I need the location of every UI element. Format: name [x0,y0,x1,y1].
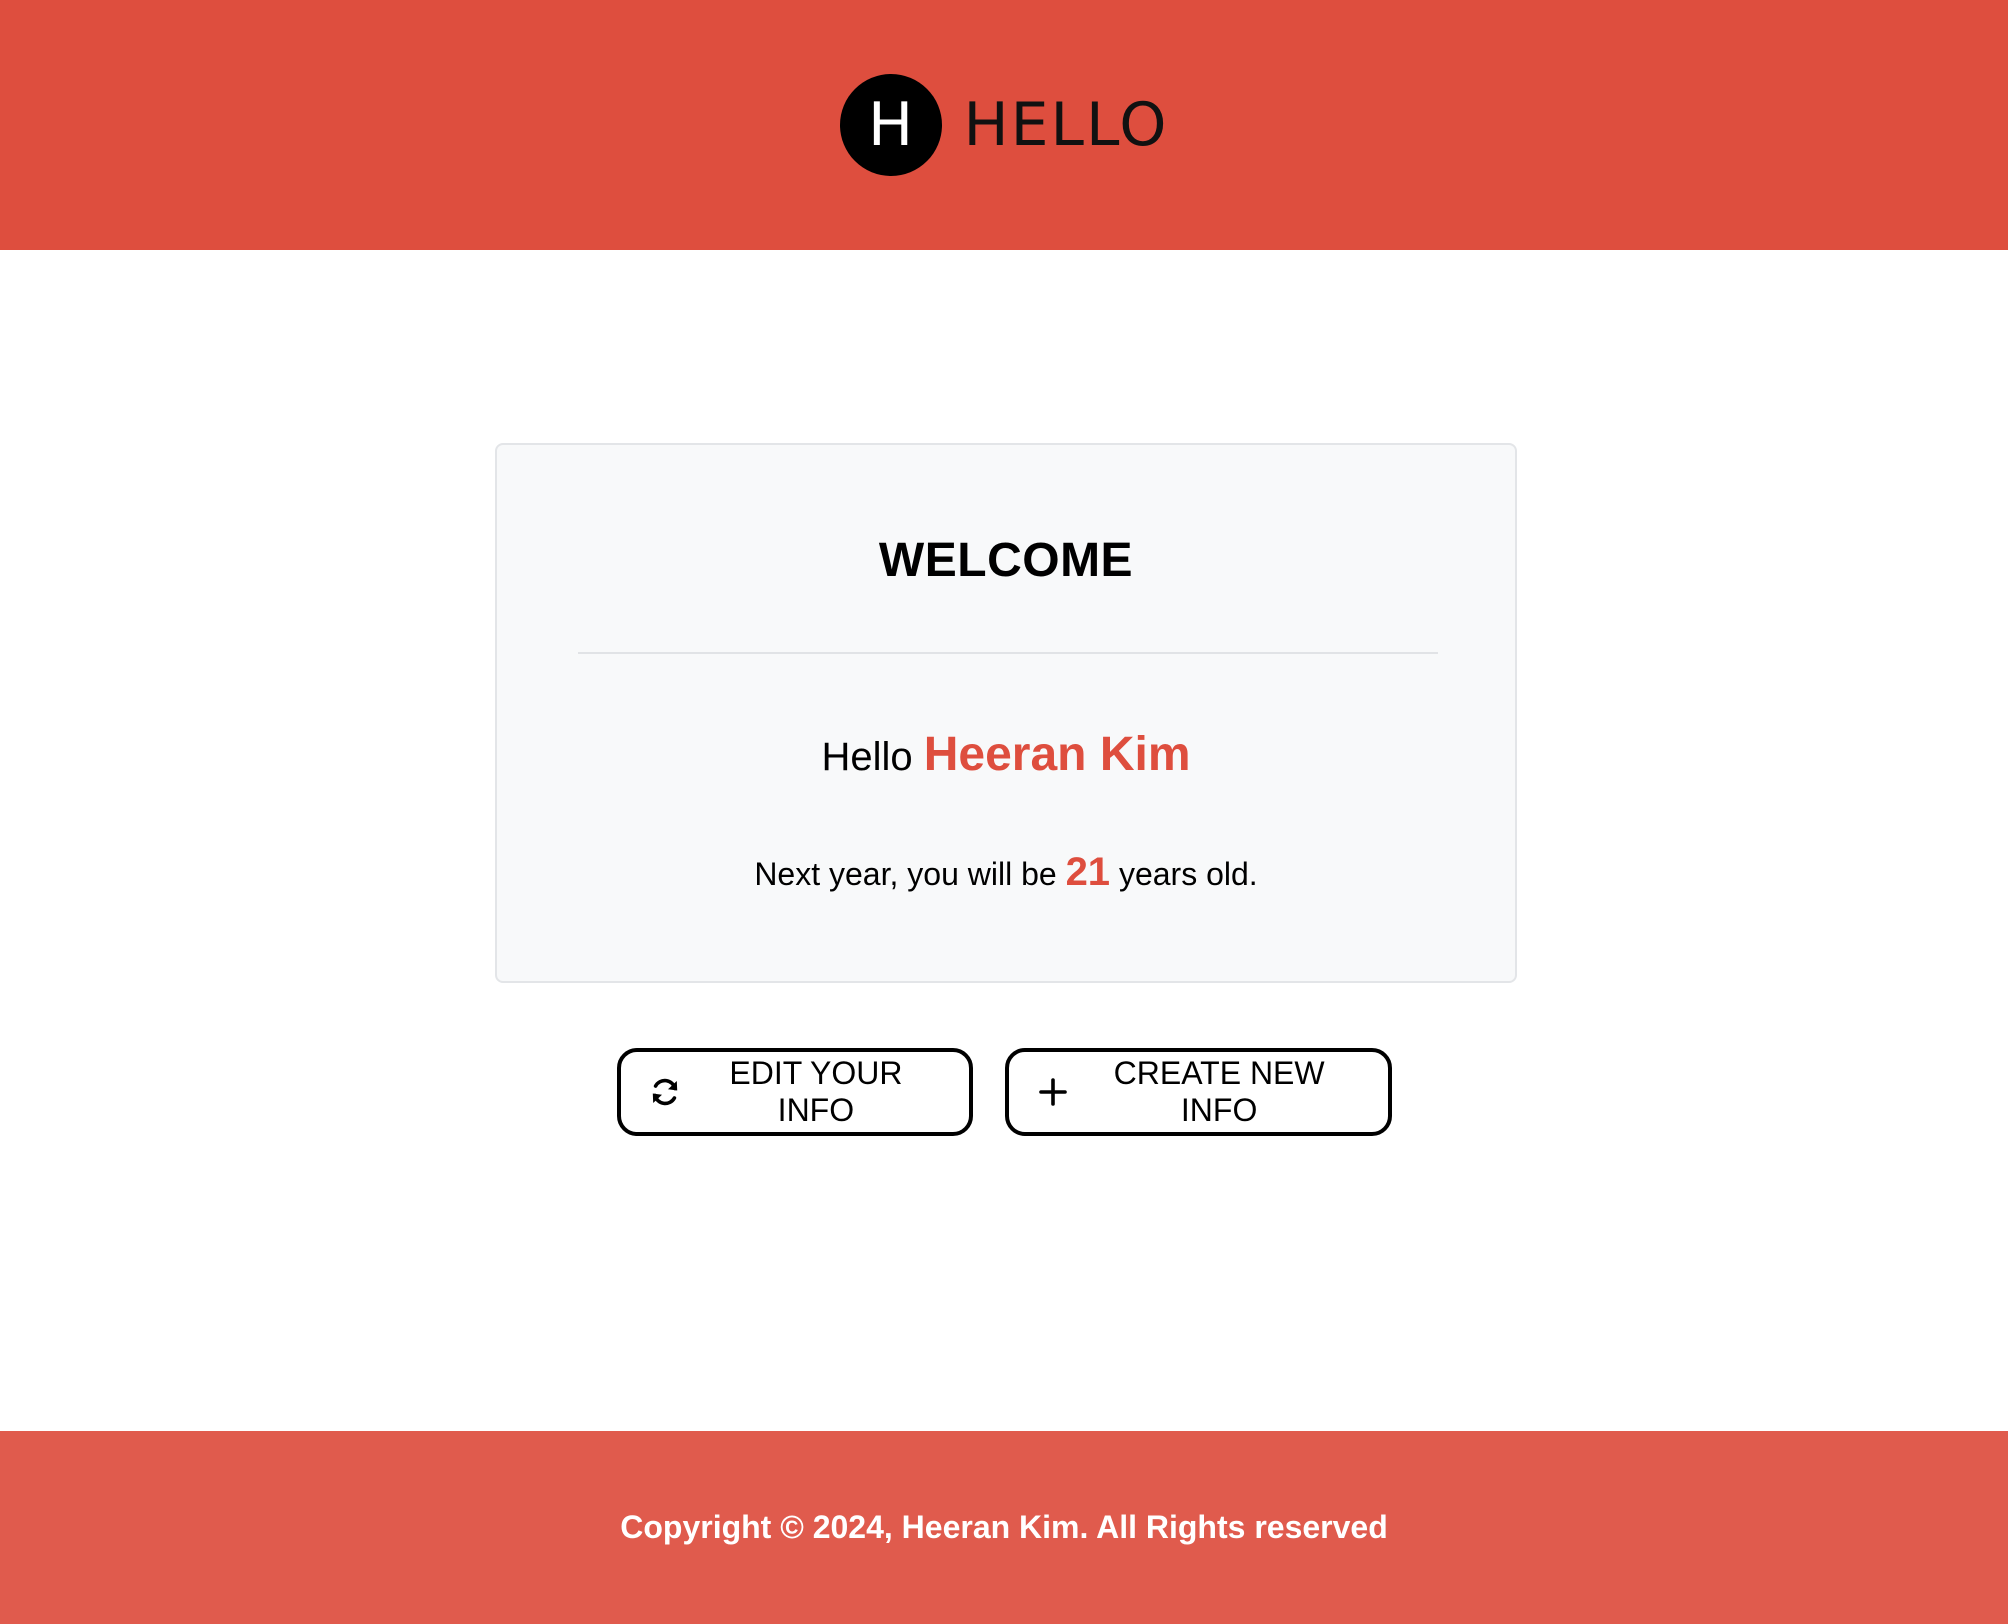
age-suffix: years old. [1118,856,1258,892]
plus-icon [1037,1075,1069,1109]
create-info-button[interactable]: CREATE NEW INFO [1004,1048,1392,1136]
welcome-card: WELCOME Hello Heeran Kim Next year, you … [495,443,1517,983]
greeting-prefix: Hello [821,735,913,779]
action-buttons: EDIT YOUR INFO CREATE NEW INFO [0,1048,2008,1136]
age-prefix: Next year, you will be [754,856,1057,892]
divider [578,652,1438,654]
site-header: H HELLO [0,0,2008,250]
edit-info-button[interactable]: EDIT YOUR INFO [616,1048,973,1136]
age-line: Next year, you will be 21 years old. [497,850,1515,895]
copyright-text: Copyright © 2024, Heeran Kim. All Rights… [620,1509,1388,1545]
site-footer: Copyright © 2024, Heeran Kim. All Rights… [0,1431,2008,1624]
edit-info-label: EDIT YOUR INFO [729,1055,903,1128]
greeting-line: Hello Heeran Kim [497,727,1515,782]
card-title: WELCOME [878,534,1134,587]
logo-letter: H [867,90,914,160]
logo-icon: H [839,74,942,176]
age-value: 21 [1065,850,1111,894]
brand-logo-link[interactable]: H HELLO [839,74,1169,176]
brand-title: HELLO [963,90,1169,160]
user-name: Heeran Kim [923,728,1191,781]
refresh-icon [649,1075,682,1109]
create-info-label: CREATE NEW INFO [1113,1055,1325,1128]
